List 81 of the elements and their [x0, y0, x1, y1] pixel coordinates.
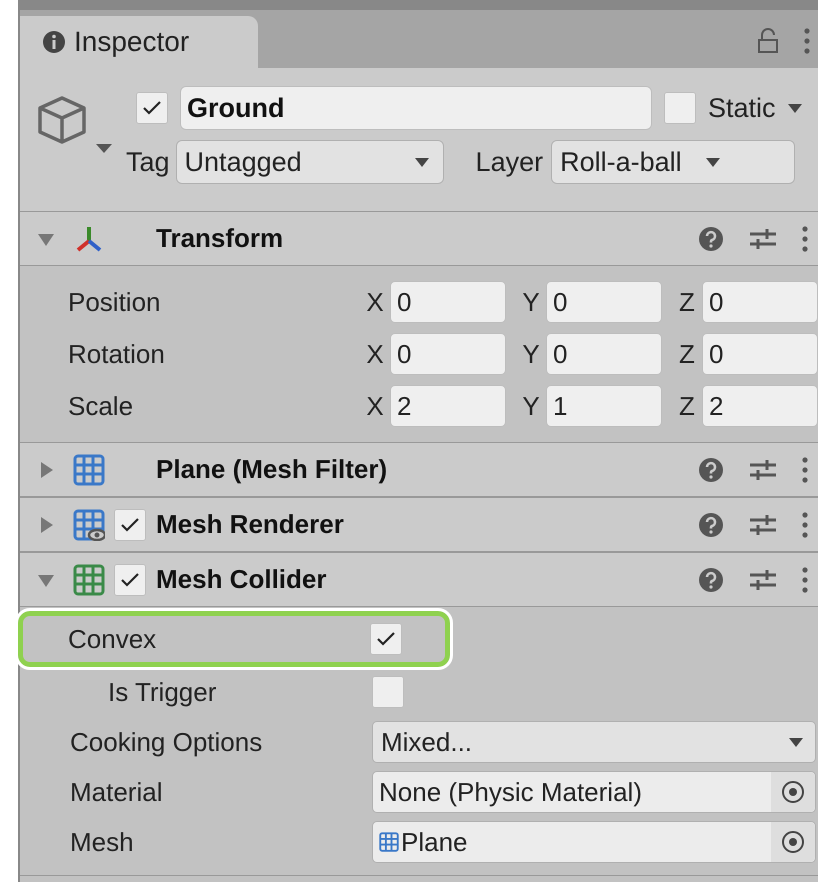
- checkmark-icon: [143, 101, 161, 115]
- axis-label: Y: [521, 390, 541, 422]
- grid-icon: [379, 832, 399, 852]
- help-icon[interactable]: [698, 456, 724, 482]
- caret-down-icon: [789, 738, 803, 746]
- help-icon[interactable]: [698, 512, 724, 538]
- more-icon[interactable]: [804, 28, 810, 54]
- tag-dropdown[interactable]: Untagged: [176, 140, 444, 184]
- more-icon[interactable]: [802, 512, 808, 538]
- more-icon[interactable]: [802, 226, 808, 252]
- property-label: Scale: [68, 390, 134, 422]
- grid-icon: [73, 564, 105, 596]
- caret-down-icon: [414, 158, 429, 166]
- axis-label: Y: [521, 338, 541, 370]
- caret-right-icon[interactable]: [38, 516, 54, 532]
- number-field[interactable]: 0: [546, 281, 662, 323]
- help-icon[interactable]: [698, 226, 724, 252]
- static-checkbox[interactable]: [664, 92, 696, 124]
- component-title: Mesh Collider: [156, 563, 326, 596]
- component-header[interactable]: Mesh Renderer: [20, 498, 818, 552]
- caret-right-icon[interactable]: [38, 462, 54, 478]
- more-icon[interactable]: [802, 566, 808, 592]
- grid-eye-icon: [73, 508, 105, 540]
- checkmark-icon: [121, 518, 139, 532]
- object-field[interactable]: Plane: [372, 821, 816, 863]
- tag-label: Tag: [126, 146, 170, 179]
- number-field[interactable]: 0: [390, 281, 506, 323]
- checkmark-icon: [377, 632, 395, 646]
- property-label: Cooking Options: [70, 726, 262, 756]
- sliders-icon[interactable]: [750, 458, 776, 480]
- axis-label: X: [365, 390, 385, 422]
- property-label: Position: [68, 286, 162, 318]
- number-field[interactable]: 2: [390, 385, 506, 427]
- component-title: Plane (Mesh Filter): [156, 453, 388, 486]
- number-field[interactable]: 0: [390, 333, 506, 375]
- component-title: Transform: [156, 222, 284, 255]
- axis-label: Z: [678, 338, 696, 370]
- property-label: Is Trigger: [108, 676, 216, 706]
- number-field[interactable]: 0: [546, 333, 662, 375]
- sliders-icon[interactable]: [750, 568, 776, 590]
- dropdown[interactable]: Mixed...: [372, 721, 816, 763]
- object-field[interactable]: None (Physic Material): [372, 771, 816, 813]
- axis-label: Z: [678, 390, 696, 422]
- sliders-icon[interactable]: [750, 228, 776, 250]
- lock-icon[interactable]: [758, 28, 778, 54]
- enabled-checkbox[interactable]: [114, 508, 146, 540]
- checkmark-icon: [121, 572, 139, 586]
- number-field[interactable]: 2: [702, 385, 818, 427]
- axis-label: Z: [678, 286, 696, 318]
- inspector-tab[interactable]: Inspector: [20, 16, 258, 68]
- component-title: Mesh Renderer: [156, 508, 344, 541]
- number-field[interactable]: 0: [702, 281, 818, 323]
- enabled-checkbox[interactable]: [114, 564, 146, 596]
- info-icon: [42, 30, 66, 54]
- more-icon[interactable]: [802, 456, 808, 482]
- component-header[interactable]: Transform: [20, 212, 818, 266]
- axis-label: X: [365, 286, 385, 318]
- property-label: Convex: [68, 624, 156, 654]
- static-label: Static: [708, 92, 776, 125]
- checkbox[interactable]: [372, 676, 404, 708]
- sliders-icon[interactable]: [750, 514, 776, 536]
- caret-down-icon: [706, 158, 720, 166]
- checkbox[interactable]: [370, 623, 402, 655]
- grid-icon: [73, 454, 105, 486]
- target-icon[interactable]: [781, 830, 805, 854]
- property-label: Rotation: [68, 338, 166, 370]
- caret-down-icon: [788, 104, 802, 112]
- component-header[interactable]: Mesh Collider: [20, 553, 818, 607]
- axis-label: X: [365, 338, 385, 370]
- name-field[interactable]: Ground: [180, 86, 652, 130]
- number-field[interactable]: 1: [546, 385, 662, 427]
- target-icon[interactable]: [781, 780, 805, 804]
- component-header[interactable]: Plane (Mesh Filter): [20, 443, 818, 497]
- property-label: Mesh: [70, 826, 134, 856]
- number-field[interactable]: 0: [702, 333, 818, 375]
- active-checkbox[interactable]: [136, 92, 168, 124]
- axis-label: Y: [521, 286, 541, 318]
- layer-dropdown[interactable]: Roll-a-ball: [551, 140, 796, 184]
- property-label: Material: [70, 776, 162, 806]
- layer-label: Layer: [476, 146, 544, 179]
- help-icon[interactable]: [698, 566, 724, 592]
